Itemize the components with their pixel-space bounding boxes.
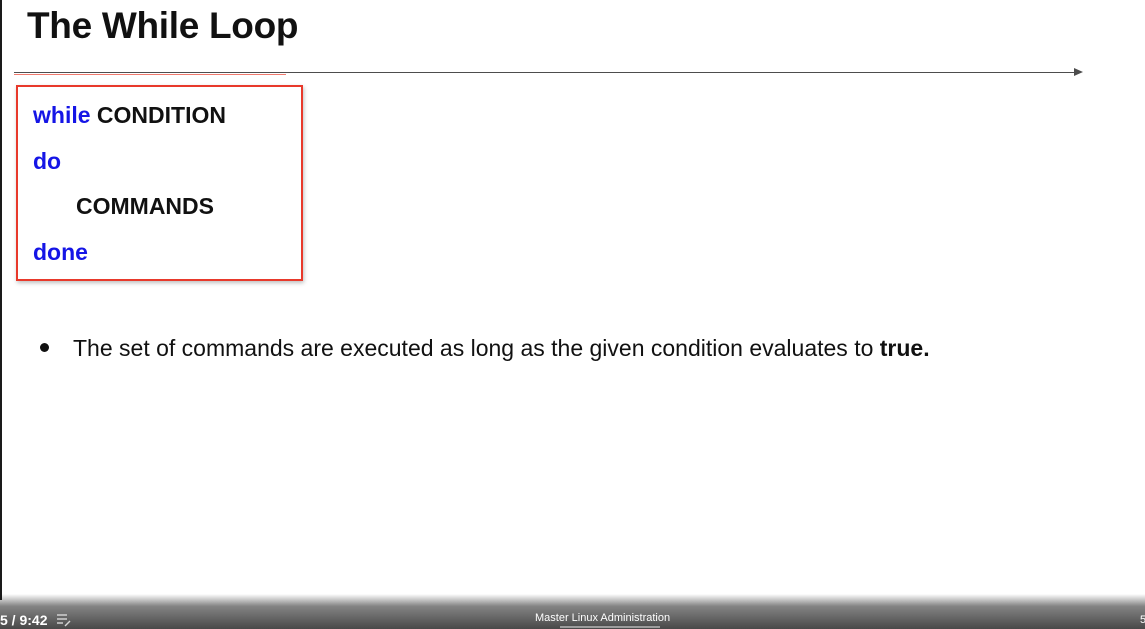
arrow-right-icon (1074, 68, 1083, 76)
video-frame: The While Loop while CONDITION do COMMAN… (0, 0, 1145, 629)
bullet-dot-icon (40, 343, 49, 353)
slide-title: The While Loop (27, 5, 299, 46)
syntax-box: while CONDITION do COMMANDS done (16, 85, 303, 281)
title-accent-line (14, 74, 286, 75)
time-display: 5 / 9:42 (0, 612, 48, 628)
commands-placeholder: COMMANDS (76, 193, 214, 219)
keyword-do: do (33, 148, 62, 174)
course-subtitle-cut (560, 625, 660, 629)
code-line-while: while CONDITION (33, 101, 226, 129)
bullet-item: The set of commands are executed as long… (40, 333, 930, 363)
keyword-done: done (33, 239, 88, 265)
condition-placeholder: CONDITION (96, 102, 226, 128)
bullet-emphasis: true. (879, 335, 930, 361)
course-title: Master Linux Administration (535, 612, 671, 624)
keyword-while: while (33, 102, 91, 128)
title-divider-line (14, 72, 1080, 73)
right-edge-control[interactable]: 5 (1140, 614, 1145, 626)
bullet-text: The set of commands are executed as long… (73, 335, 880, 361)
playlist-edit-icon[interactable] (56, 613, 72, 627)
left-frame-edge (0, 0, 2, 600)
